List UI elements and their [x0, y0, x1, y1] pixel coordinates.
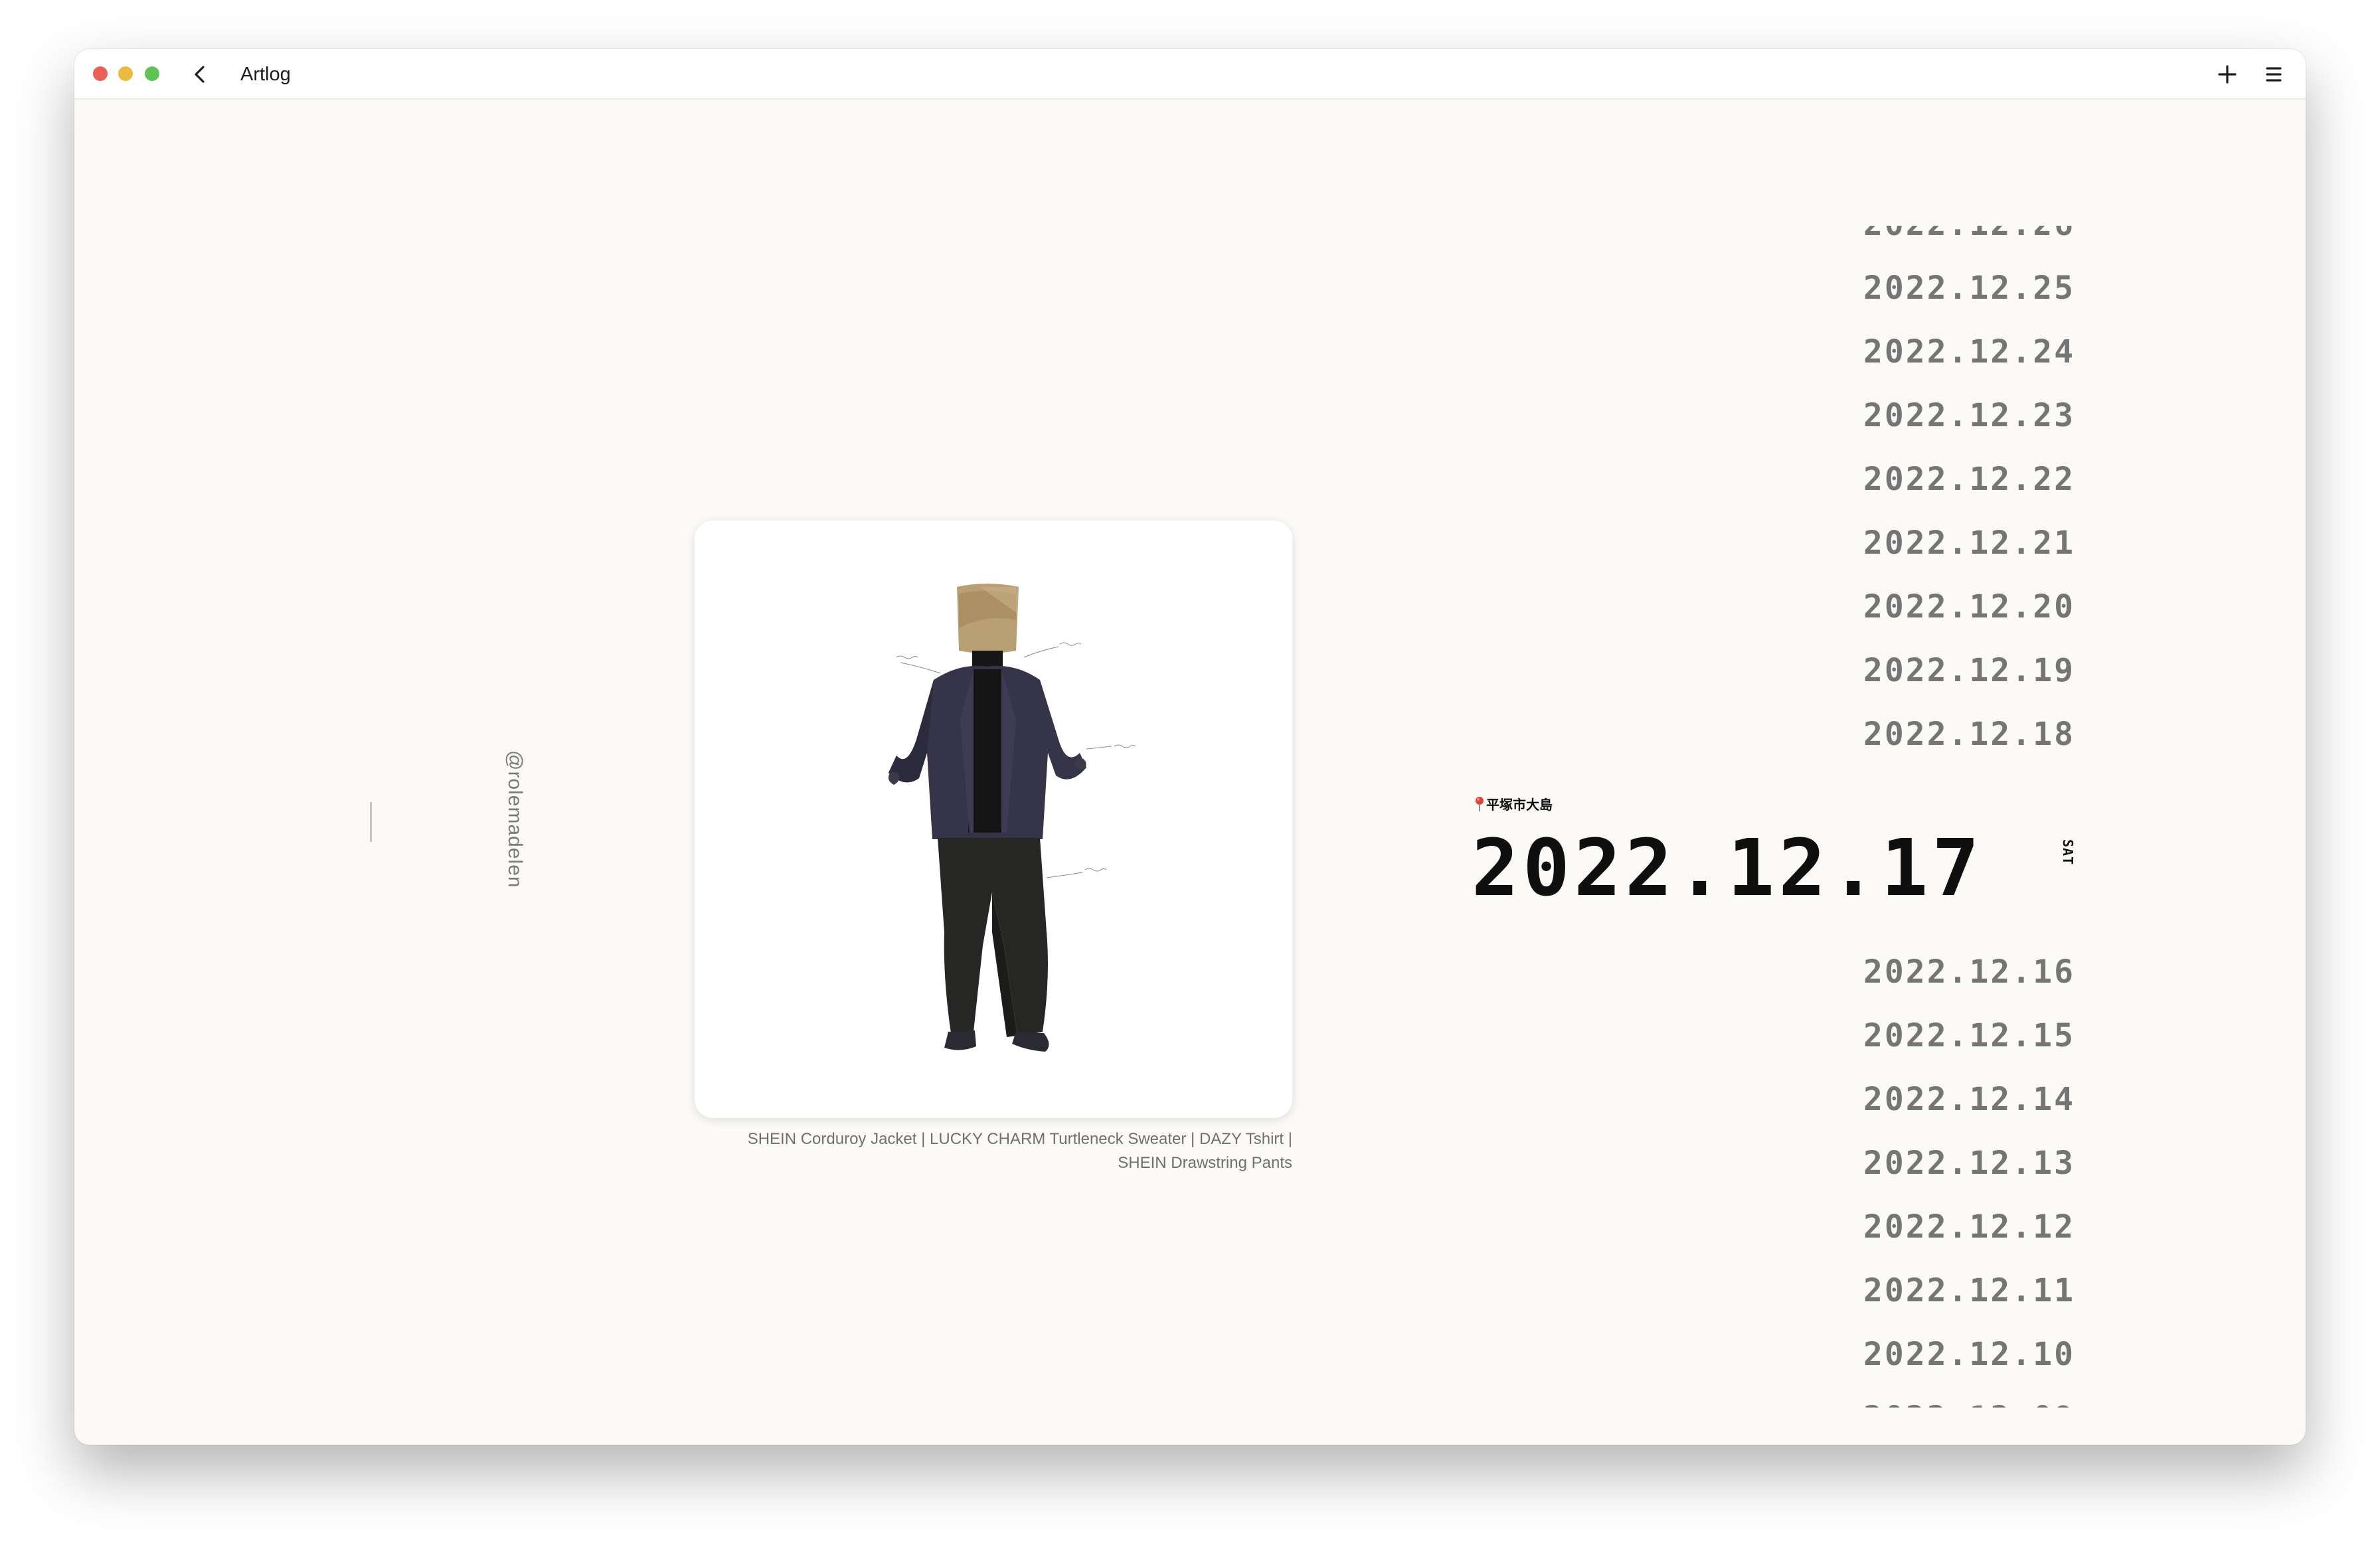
- title-bar: Artlog: [74, 49, 2306, 100]
- date-item[interactable]: 2022.12.22: [1863, 447, 2093, 511]
- location-text: 平塚市大島: [1486, 798, 1553, 813]
- date-item[interactable]: 2022.12.19: [1863, 639, 2093, 702]
- date-item[interactable]: 2022.12.18: [1863, 702, 2093, 766]
- desktop: Artlog @rolemadelen SHEIN Corduroy Jacke…: [0, 0, 2380, 1543]
- caption-line-2: SHEIN Drawstring Pants: [1118, 1154, 1292, 1172]
- add-entry-button[interactable]: [2214, 61, 2241, 88]
- outfit-illustration: [695, 521, 1292, 1118]
- date-item[interactable]: 2022.12.26: [1863, 226, 2093, 256]
- date-timeline[interactable]: 2022.12.262022.12.252022.12.242022.12.23…: [1814, 226, 2093, 1408]
- date-item[interactable]: 2022.12.20: [1863, 575, 2093, 639]
- divider-line: [370, 802, 372, 842]
- main-content: @rolemadelen SHEIN Corduroy Jacket | LUC…: [74, 100, 2306, 1445]
- date-item[interactable]: 2022.12.14: [1863, 1068, 2093, 1131]
- weekday-label: SAT: [2059, 839, 2085, 879]
- weekday-text: SAT: [2060, 839, 2076, 866]
- zoom-window-button[interactable]: [145, 66, 159, 81]
- profile-handle-wrap: @rolemadelen: [504, 750, 566, 903]
- back-button[interactable]: [187, 61, 214, 88]
- map-pin-icon: [1476, 796, 1484, 811]
- date-item[interactable]: 2022.12.12: [1863, 1195, 2093, 1259]
- outfit-illustration-card[interactable]: [695, 521, 1292, 1118]
- date-item[interactable]: 2022.12.25: [1863, 256, 2093, 320]
- app-window: Artlog @rolemadelen SHEIN Corduroy Jacke…: [74, 49, 2306, 1445]
- outfit-caption: SHEIN Corduroy Jacket | LUCKY CHARM Turt…: [695, 1127, 1292, 1175]
- date-item[interactable]: 2022.12.13: [1863, 1131, 2093, 1195]
- selected-date[interactable]: 2022.12.17: [1472, 818, 1983, 918]
- chevron-left-icon: [195, 66, 205, 83]
- app-title: Artlog: [240, 64, 291, 85]
- date-item[interactable]: 2022.12.24: [1863, 320, 2093, 384]
- date-item[interactable]: 2022.12.09: [1863, 1386, 2093, 1408]
- date-item[interactable]: 2022.12.10: [1863, 1323, 2093, 1386]
- date-item[interactable]: 2022.12.11: [1863, 1259, 2093, 1323]
- date-item[interactable]: 2022.12.21: [1863, 511, 2093, 575]
- menu-button[interactable]: [2260, 61, 2287, 88]
- location-label: 平塚市大島: [1474, 794, 1553, 813]
- close-window-button[interactable]: [93, 66, 108, 81]
- profile-handle[interactable]: @rolemadelen: [503, 750, 526, 888]
- caption-line-1: SHEIN Corduroy Jacket | LUCKY CHARM Turt…: [747, 1130, 1292, 1148]
- plus-icon: [2218, 65, 2237, 84]
- hamburger-menu-icon: [2266, 67, 2282, 82]
- date-item[interactable]: 2022.12.16: [1863, 940, 2093, 1004]
- minimize-window-button[interactable]: [118, 66, 133, 81]
- date-item[interactable]: 2022.12.15: [1863, 1004, 2093, 1068]
- date-item[interactable]: 2022.12.23: [1863, 384, 2093, 447]
